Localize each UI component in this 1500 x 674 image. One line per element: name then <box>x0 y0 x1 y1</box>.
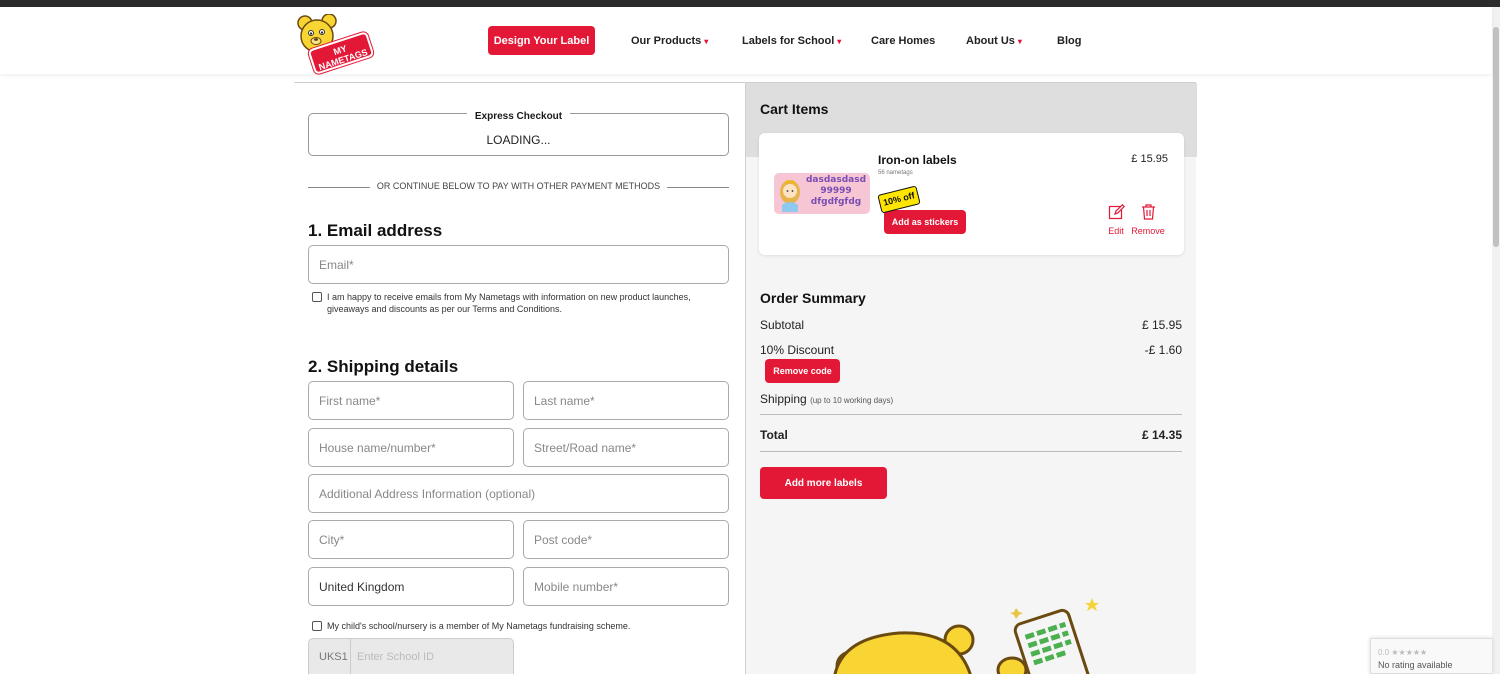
browser-top-bar <box>0 0 1500 7</box>
nav-labels-for-school-label: Labels for School <box>742 35 835 47</box>
scrollbar-thumb[interactable] <box>1493 27 1499 247</box>
school-id-placeholder: Enter School ID <box>357 651 435 663</box>
shipping-row: Shipping (up to 10 working days) <box>760 392 1182 406</box>
school-id-separator <box>350 639 351 674</box>
school-id-input[interactable]: UKS1 Enter School ID <box>308 638 514 674</box>
country-select[interactable] <box>308 567 514 606</box>
label-preview-thumbnail: dasdasdasd 99999 dfgdfgfdg <box>774 173 870 214</box>
recaptcha-badge[interactable]: 0.0 ★★★★★ No rating available <box>1370 638 1492 674</box>
marketing-consent-label: I am happy to receive emails from My Nam… <box>327 291 691 315</box>
remove-code-button[interactable]: Remove code <box>765 359 840 383</box>
bear-mascot-illustration <box>833 598 1099 674</box>
school-scheme-row[interactable]: My child's school/nursery is a member of… <box>312 620 732 634</box>
discount-label: 10% Discount <box>760 343 835 357</box>
my-nametags-logo[interactable]: MY NAMETAGS <box>296 14 376 75</box>
total-value: £ 14.35 <box>1141 428 1182 442</box>
nav-about-us[interactable]: About Us ▾ <box>966 35 1022 47</box>
shipping-label: Shipping <box>760 392 807 406</box>
city-input[interactable] <box>308 520 514 559</box>
label-line-3: dfgdfgfdg <box>810 197 862 207</box>
cart-items-title: Cart Items <box>760 101 829 117</box>
edit-icon <box>1108 203 1125 220</box>
shipping-note: (up to 10 working days) <box>810 396 894 405</box>
postcode-input[interactable] <box>523 520 729 559</box>
discount-value: -£ 1.60 <box>1144 343 1182 357</box>
first-name-input[interactable] <box>308 381 514 420</box>
summary-divider-top <box>760 414 1182 415</box>
cart-item-price: £ 15.95 <box>1131 153 1168 165</box>
payment-divider: OR CONTINUE BELOW TO PAY WITH OTHER PAYM… <box>308 181 729 193</box>
label-line-2: 99999 <box>820 186 852 196</box>
subtotal-value: £ 15.95 <box>1141 318 1182 332</box>
school-id-prefix: UKS1 <box>319 651 348 663</box>
subtotal-label: Subtotal <box>760 318 805 332</box>
nav-care-homes-label: Care Homes <box>871 35 936 47</box>
shipping-section-title: 2. Shipping details <box>308 357 459 376</box>
cart-item-card: dasdasdasd 99999 dfgdfgfdg Iron-on label… <box>759 133 1184 255</box>
nav-care-homes[interactable]: Care Homes <box>871 35 935 47</box>
cart-item-name: Iron-on labels <box>878 153 957 167</box>
mobile-number-input[interactable] <box>523 567 729 606</box>
checkout-form-panel: Express Checkout LOADING... OR CONTINUE … <box>294 82 745 674</box>
marketing-consent-checkbox[interactable] <box>312 292 322 302</box>
nav-blog[interactable]: Blog <box>1057 35 1081 47</box>
add-more-labels-button[interactable]: Add more labels <box>760 467 887 499</box>
summary-divider-bottom <box>760 451 1182 452</box>
add-as-stickers-button[interactable]: Add as stickers <box>884 210 966 234</box>
recaptcha-rating: 0.0 ★★★★★ <box>1378 648 1428 657</box>
label-preview-text: dasdasdasd 99999 dfgdfgfdg <box>804 175 868 208</box>
edit-label: Edit <box>1108 226 1124 236</box>
nav-our-products-label: Our Products <box>631 35 702 47</box>
site-header: MY NAMETAGS Design Your Label Our Produc… <box>0 7 1492 75</box>
total-row: Total £ 14.35 <box>760 428 1182 442</box>
subtotal-row: Subtotal £ 15.95 <box>760 318 1182 332</box>
chevron-down-icon: ▾ <box>704 37 709 46</box>
express-checkout-title: Express Checkout <box>466 111 571 122</box>
nav-our-products[interactable]: Our Products ▾ <box>631 35 708 47</box>
remove-label: Remove <box>1131 226 1165 236</box>
nav-labels-for-school[interactable]: Labels for School ▾ <box>742 35 841 47</box>
express-checkout-box[interactable]: Express Checkout LOADING... <box>308 111 729 156</box>
express-loading-text: LOADING... <box>486 133 551 147</box>
marketing-consent-row[interactable]: I am happy to receive emails from My Nam… <box>312 291 732 317</box>
last-name-input[interactable] <box>523 381 729 420</box>
divider-line-right <box>667 187 729 188</box>
chevron-down-icon: ▾ <box>1017 37 1022 46</box>
email-section-title: 1. Email address <box>308 221 443 240</box>
nav-blog-label: Blog <box>1057 35 1082 47</box>
recaptcha-status: No rating available <box>1378 660 1453 670</box>
email-input[interactable] <box>308 245 729 284</box>
house-number-input[interactable] <box>308 428 514 467</box>
chevron-down-icon: ▾ <box>837 37 842 46</box>
order-summary-title: Order Summary <box>760 290 866 306</box>
girl-avatar-icon <box>780 180 800 212</box>
cart-item-quantity: 56 nametags <box>878 170 913 176</box>
divider-text: OR CONTINUE BELOW TO PAY WITH OTHER PAYM… <box>376 181 661 191</box>
cart-panel: Cart Items dasdasdasd 99999 dfgdfgfdg Ir… <box>745 82 1197 674</box>
edit-item-button[interactable]: Edit <box>1105 203 1127 236</box>
design-your-label-button[interactable]: Design Your Label <box>488 26 595 55</box>
street-input[interactable] <box>523 428 729 467</box>
marketing-consent-line-2: giveaways and discounts as per our Terms… <box>327 304 562 314</box>
school-scheme-checkbox[interactable] <box>312 621 322 631</box>
express-checkout-title-wrap: Express Checkout <box>309 106 728 124</box>
total-label: Total <box>760 428 788 442</box>
school-scheme-label: My child's school/nursery is a member of… <box>327 621 631 631</box>
additional-address-input[interactable] <box>308 474 729 513</box>
remove-item-button[interactable]: Remove <box>1130 204 1166 236</box>
nav-about-us-label: About Us <box>966 35 1015 47</box>
discount-row: 10% Discount -£ 1.60 <box>760 343 1182 357</box>
trash-icon <box>1141 204 1155 220</box>
marketing-consent-line-1: I am happy to receive emails from My Nam… <box>327 292 691 302</box>
label-line-1: dasdasdasd <box>805 175 867 185</box>
page-scrollbar[interactable] <box>1492 7 1500 674</box>
